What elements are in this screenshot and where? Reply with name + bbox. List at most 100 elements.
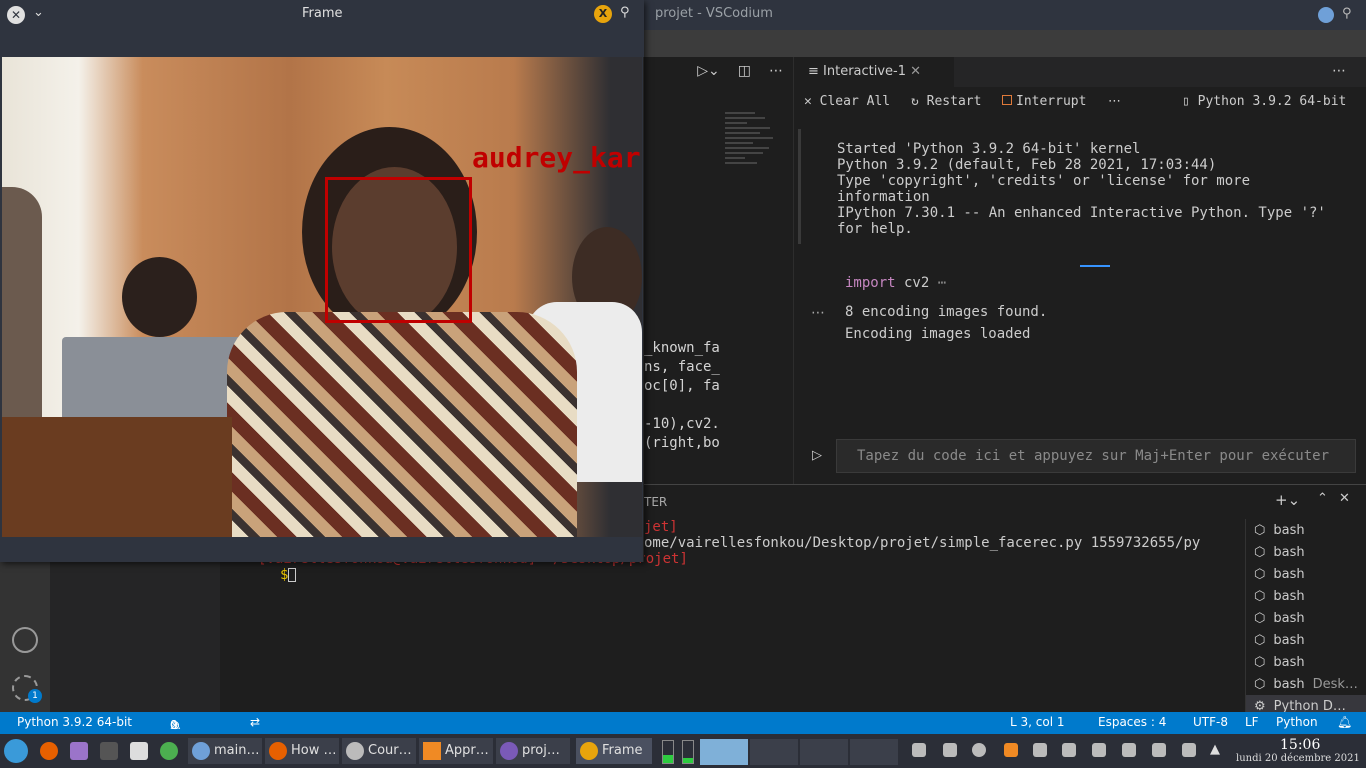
pin-icon[interactable]: ⚲: [620, 5, 630, 20]
taskbar-item[interactable]: Cour…: [342, 738, 416, 764]
indentation[interactable]: Espaces : 4: [1098, 715, 1166, 729]
restart-button[interactable]: ↻ Restart: [911, 94, 981, 109]
code-line[interactable]: (right,bo: [644, 435, 720, 451]
terminal-item[interactable]: ⬡ bash: [1246, 541, 1366, 563]
bluetooth-tray-icon[interactable]: [1092, 743, 1106, 757]
battery-icon[interactable]: [1062, 743, 1076, 757]
chrome-launcher-icon[interactable]: [160, 742, 178, 760]
taskbar-item[interactable]: How …: [265, 738, 339, 764]
face-detection-box: [325, 177, 472, 323]
firefox-launcher-icon[interactable]: [40, 742, 58, 760]
panel-tab-fragment[interactable]: TER: [644, 495, 667, 509]
taskbar-item-active[interactable]: Frame: [576, 738, 652, 764]
terminal-label: bash: [1273, 544, 1305, 560]
terminal-label: bash: [1273, 632, 1305, 648]
x-app-icon: [580, 742, 598, 760]
cell-divider: [1080, 265, 1110, 267]
wifi-icon[interactable]: [1152, 743, 1166, 757]
terminal-icon: ⬡: [1254, 676, 1266, 692]
task-label: proj…: [522, 743, 560, 758]
minimap[interactable]: [723, 109, 775, 219]
status-bar: Python 3.9.2 64-bit ⊗ 0 ⚠ 0 ⇄ L 3, col 1…: [0, 712, 1366, 734]
pin-icon[interactable]: ⚲: [1342, 6, 1352, 21]
kernel-picker[interactable]: ▯ Python 3.9.2 64-bit: [1182, 94, 1346, 109]
vlc-icon: [423, 742, 441, 760]
split-editor-icon[interactable]: ◫: [738, 63, 751, 79]
workspace-3[interactable]: [800, 739, 848, 765]
terminal-item[interactable]: ⬡ bash: [1246, 607, 1366, 629]
interrupt-label: Interrupt: [1016, 94, 1087, 109]
workspace-2[interactable]: [750, 739, 798, 765]
start-menu-icon[interactable]: [4, 739, 28, 763]
code-line[interactable]: oc[0], fa: [644, 378, 720, 394]
code-rest: cv2: [895, 275, 930, 291]
end-of-line[interactable]: LF: [1245, 715, 1259, 729]
task-label: main…: [214, 743, 260, 758]
live-share-icon[interactable]: ⇄: [250, 715, 260, 729]
clock-date[interactable]: lundi 20 décembre 2021: [1236, 753, 1360, 764]
folder-icon: [500, 742, 518, 760]
cell-gutter-more[interactable]: ⋯: [811, 305, 825, 321]
clear-all-label: Clear All: [819, 94, 891, 109]
clock-time[interactable]: 15:06: [1280, 737, 1320, 753]
more-toolbar-icon[interactable]: ⋯: [1108, 94, 1121, 109]
terminal-item[interactable]: ⬡ bash: [1246, 585, 1366, 607]
bluetooth-icon[interactable]: [943, 743, 957, 757]
taskbar-item[interactable]: Appr…: [419, 738, 493, 764]
terminal-cursor[interactable]: [288, 568, 296, 582]
interactive-window: ≡ Interactive-1 ✕ ⋯ ✕ Clear All ↻ Restar…: [793, 57, 1366, 484]
cell-code[interactable]: import cv2 ⋯: [845, 275, 946, 291]
close-icon[interactable]: ✕: [7, 6, 25, 24]
code-line[interactable]: _known_fa: [644, 340, 720, 356]
terminal-item[interactable]: ⬡ bash Desk…: [1246, 673, 1366, 695]
notification-tray-icon[interactable]: [912, 743, 926, 757]
x-app-icon: X: [594, 5, 612, 23]
frame-window: ✕ ⌄ Frame X ⚲ audrey_kar: [0, 0, 644, 562]
app-launcher-icon[interactable]: [70, 742, 88, 760]
terminal-item[interactable]: ⬡ bash: [1246, 651, 1366, 673]
vscodium-app-icon: [1318, 7, 1334, 23]
terminal-item[interactable]: ⬡ bash: [1246, 629, 1366, 651]
usb-icon[interactable]: [1122, 743, 1136, 757]
tray-expand-icon[interactable]: ▲: [1210, 742, 1220, 757]
interrupt-button[interactable]: Interrupt: [1002, 94, 1086, 109]
run-cell-icon[interactable]: ▷: [812, 448, 822, 463]
vscodium-icon: [192, 742, 210, 760]
restart-label: Restart: [926, 94, 982, 109]
terminal-detail: Desk…: [1312, 676, 1358, 692]
account-icon[interactable]: [12, 627, 38, 653]
more-actions-icon[interactable]: ⋯: [1332, 63, 1346, 79]
volume-icon[interactable]: [1182, 743, 1196, 757]
chevron-down-icon[interactable]: ⌄: [33, 5, 44, 20]
language-mode[interactable]: Python: [1276, 715, 1318, 729]
taskbar-item[interactable]: proj…: [496, 738, 570, 764]
run-icon[interactable]: ▷⌄: [697, 63, 720, 79]
kernel-label: Python 3.9.2 64-bit: [1197, 94, 1347, 109]
terminal-item[interactable]: ⬡ bash: [1246, 519, 1366, 541]
terminal-launcher-icon[interactable]: [100, 742, 118, 760]
vlc-tray-icon[interactable]: [1004, 743, 1018, 757]
close-tab-icon[interactable]: ✕: [910, 64, 921, 79]
clear-all-button[interactable]: ✕ Clear All: [804, 94, 890, 109]
terminal-label: bash: [1273, 610, 1305, 626]
code-input-field[interactable]: Tapez du code ici et appuyez sur Maj+Ent…: [836, 439, 1356, 473]
files-launcher-icon[interactable]: [130, 742, 148, 760]
taskbar-item[interactable]: main…: [188, 738, 262, 764]
interpreter-status[interactable]: Python 3.9.2 64-bit: [17, 715, 132, 729]
tab-interactive-1[interactable]: ≡ Interactive-1 ✕: [794, 57, 954, 87]
terminal-item[interactable]: ⬡ bash: [1246, 563, 1366, 585]
workspace-4[interactable]: [850, 739, 898, 765]
code-line[interactable]: ns, face_: [644, 359, 720, 375]
encoding[interactable]: UTF-8: [1193, 715, 1228, 729]
maximize-panel-icon[interactable]: ⌃: [1317, 491, 1328, 506]
code-line[interactable]: -10),cv2.: [644, 416, 720, 432]
workspace-1[interactable]: [700, 739, 748, 765]
add-terminal-icon[interactable]: +⌄: [1275, 491, 1300, 509]
more-actions-icon[interactable]: ⋯: [769, 63, 783, 79]
clipboard-icon[interactable]: [1033, 743, 1047, 757]
cursor-position[interactable]: L 3, col 1: [1010, 715, 1065, 729]
notifications-bell-icon[interactable]: 🔔︎: [1337, 715, 1352, 729]
pause-icon[interactable]: [972, 743, 986, 757]
memory-monitor: [682, 740, 694, 764]
close-panel-icon[interactable]: ✕: [1339, 491, 1350, 506]
